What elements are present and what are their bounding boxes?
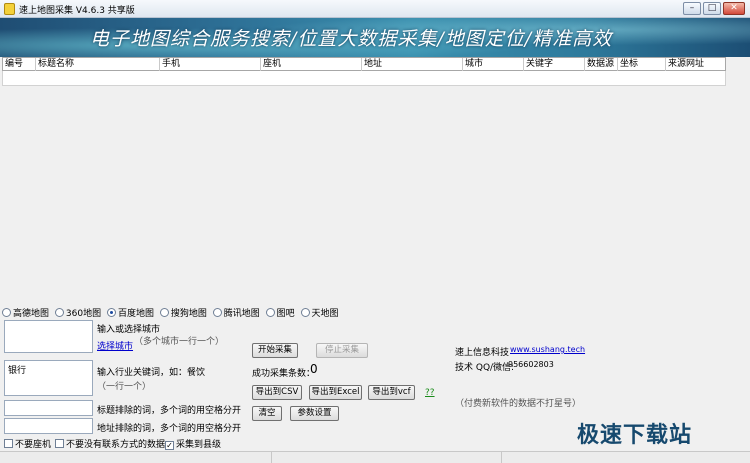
column-header-title[interactable]: 标题名称 — [36, 58, 160, 71]
radio-tencent[interactable]: 腾讯地图 — [212, 306, 260, 319]
status-bar — [0, 451, 750, 463]
no-contact-checkbox[interactable]: 不要没有联系方式的数据 — [55, 437, 165, 450]
radio-tianditu-dot[interactable] — [300, 308, 310, 317]
no-contact-box[interactable] — [55, 439, 64, 448]
column-header-mobile[interactable]: 手机 — [160, 58, 261, 71]
exclude-address-input[interactable] — [4, 418, 93, 434]
radio-gaode[interactable]: 高德地图 — [2, 306, 49, 319]
title-bar: 速上地图采集 V4.6.3 共享版 – □ ✕ — [0, 0, 750, 18]
column-header-address[interactable]: 地址 — [362, 58, 463, 71]
keyword-hint: （一行一个） — [97, 382, 152, 392]
company-name: 速上信息科技 — [455, 348, 510, 358]
column-header-keyword[interactable]: 关键字 — [524, 58, 585, 71]
no-landline-box[interactable] — [4, 439, 13, 448]
radio-tianditu[interactable]: 天地图 — [300, 306, 339, 319]
results-table-header: 编号 标题名称 手机 座机 地址 城市 关键字 数据源 坐标 来源网址 — [2, 57, 726, 71]
stop-collect-button[interactable]: 停止采集 — [316, 343, 368, 358]
results-table-body[interactable] — [2, 86, 748, 301]
column-header-coords[interactable]: 坐标 — [618, 58, 666, 71]
radio-gaode-dot[interactable] — [2, 308, 11, 317]
radio-tuba-dot[interactable] — [265, 308, 275, 317]
radio-360[interactable]: 360地图 — [54, 306, 101, 319]
maximize-button[interactable]: □ — [703, 2, 721, 15]
column-header-landline[interactable]: 座机 — [261, 58, 362, 71]
check-icon[interactable]: ✓ — [165, 441, 174, 450]
company-website-link[interactable]: www.sushang.tech — [510, 345, 585, 354]
table-row[interactable] — [2, 71, 726, 86]
status-cell-1 — [0, 452, 272, 463]
radio-baidu[interactable]: 百度地图 — [106, 306, 154, 319]
clear-button[interactable]: 清空 — [252, 406, 282, 421]
radio-sogou[interactable]: 搜狗地图 — [159, 306, 207, 319]
exclude-address-label: 地址排除的词，多个词的用空格分开 — [97, 424, 242, 434]
city-hint: （多个城市一行一个） — [134, 337, 225, 347]
success-count-label: 成功采集条数： — [252, 369, 316, 379]
export-csv-button[interactable]: 导出到CSV — [252, 385, 302, 400]
paid-note: （付费新软件的数据不打星号） — [455, 399, 582, 409]
column-header-source-url[interactable]: 来源网址 — [666, 58, 726, 71]
minimize-button[interactable]: – — [683, 2, 701, 15]
banner-slogan: 电子地图综合服务搜索/位置大数据采集/地图定位/精准高效 — [90, 28, 613, 50]
help-link[interactable]: ?? — [425, 388, 435, 398]
radio-baidu-dot[interactable] — [106, 308, 116, 317]
select-city-link[interactable]: 选择城市 — [97, 339, 133, 352]
column-header-source[interactable]: 数据源 — [585, 58, 618, 71]
map-source-group: 高德地图 360地图 百度地图 搜狗地图 腾讯地图 图吧 天地图 — [2, 306, 342, 319]
status-cell-3 — [502, 452, 750, 463]
to-county-checkbox[interactable]: ✓ 采集到县级 — [165, 437, 221, 450]
success-count-value: 0 — [310, 362, 318, 376]
header-banner: 电子地图综合服务搜索/位置大数据采集/地图定位/精准高效 — [0, 18, 750, 57]
no-landline-checkbox[interactable]: 不要座机 — [4, 437, 51, 450]
contact-value: 956602803 — [508, 360, 554, 369]
radio-tuba[interactable]: 图吧 — [265, 306, 295, 319]
exclude-title-label: 标题排除的词，多个词的用空格分开 — [97, 406, 242, 416]
keyword-input[interactable]: 银行 — [4, 360, 93, 396]
radio-tencent-dot[interactable] — [212, 308, 222, 317]
settings-button[interactable]: 参数设置 — [290, 406, 339, 421]
status-cell-2 — [272, 452, 502, 463]
keyword-label: 输入行业关键词，如：餐饮 — [97, 368, 206, 378]
export-excel-button[interactable]: 导出到Excel — [309, 385, 362, 400]
export-vcf-button[interactable]: 导出到vcf — [368, 385, 415, 400]
column-header-id[interactable]: 编号 — [3, 58, 36, 71]
column-header-city[interactable]: 城市 — [463, 58, 524, 71]
city-input[interactable] — [4, 320, 93, 353]
site-watermark: 极速下载站 — [577, 423, 693, 448]
radio-sogou-dot[interactable] — [159, 308, 169, 317]
window-title: 速上地图采集 V4.6.3 共享版 — [19, 6, 135, 16]
app-icon — [4, 3, 15, 15]
radio-360-dot[interactable] — [54, 308, 64, 317]
exclude-title-input[interactable] — [4, 400, 93, 416]
close-button[interactable]: ✕ — [723, 2, 745, 15]
start-collect-button[interactable]: 开始采集 — [252, 343, 298, 358]
contact-label: 技术 QQ/微信: — [455, 363, 515, 373]
